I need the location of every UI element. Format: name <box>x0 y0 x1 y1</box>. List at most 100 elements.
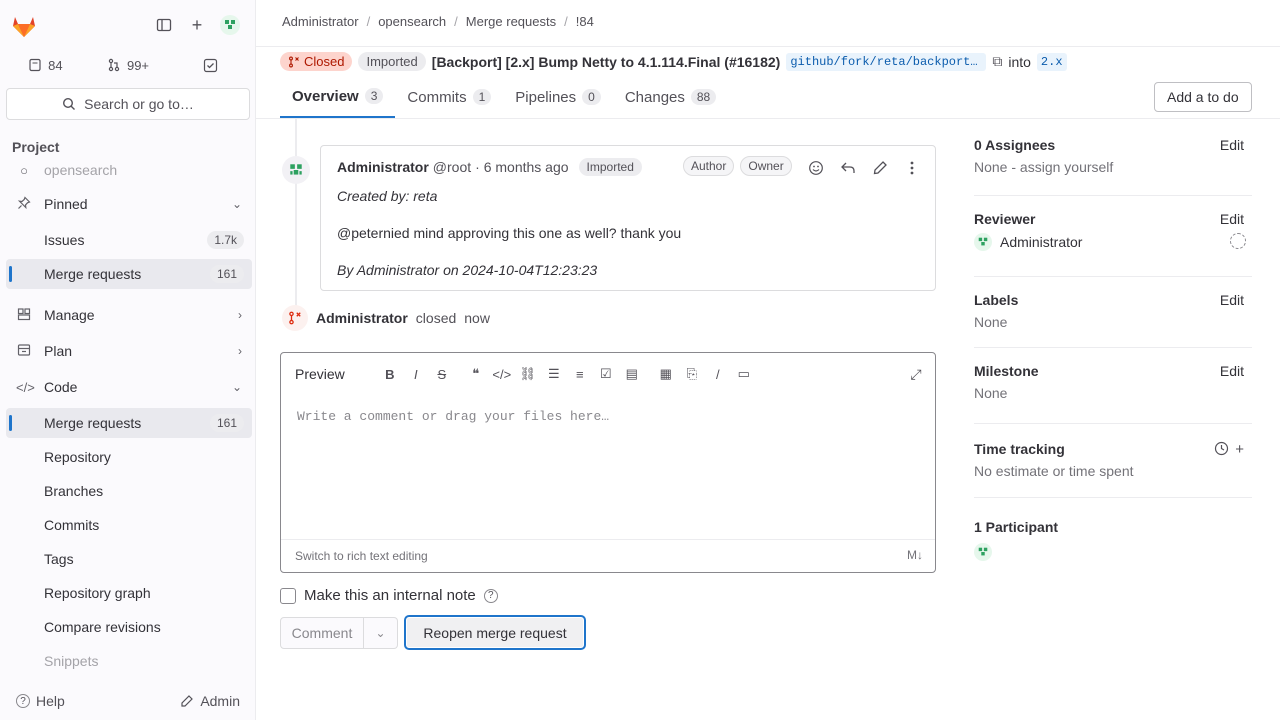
sidebar-item-repository-graph[interactable]: Repository graph <box>6 578 252 608</box>
sidebar-item-plan[interactable]: Plan › <box>6 336 252 366</box>
code-icon[interactable]: </> <box>489 361 515 387</box>
reply-icon[interactable] <box>833 154 863 182</box>
clock-icon[interactable] <box>1214 441 1229 460</box>
note-time[interactable]: · 6 months ago <box>475 159 568 175</box>
sidebar-item-pinned[interactable]: Pinned ⌄ <box>6 189 252 219</box>
link-icon[interactable]: ⛓ <box>515 361 541 387</box>
admin-label: Admin <box>200 693 240 709</box>
issues-icon <box>29 58 41 72</box>
edit-milestone-button[interactable]: Edit <box>1220 363 1244 379</box>
avatar-icon <box>974 233 992 251</box>
add-reaction-icon[interactable] <box>801 154 831 182</box>
breadcrumb-item[interactable]: opensearch <box>378 14 446 29</box>
milestone-title: Milestone <box>974 363 1039 379</box>
plan-icon <box>16 343 32 360</box>
admin-button[interactable]: Admin <box>172 686 248 716</box>
tabs-divider <box>256 118 1280 119</box>
note-text: @peternied mind approving this one as we… <box>337 225 682 241</box>
quote-icon[interactable]: ❝ <box>463 361 489 387</box>
collapse-sidebar-icon[interactable] <box>148 10 180 40</box>
time-tracking-actions: + <box>1214 441 1244 460</box>
issues-counter[interactable]: 84 <box>6 50 85 80</box>
comment-options-chevron-down-icon[interactable]: ⌄ <box>364 617 398 649</box>
labels-value: None <box>974 314 1008 330</box>
create-new-icon[interactable]: + <box>181 10 213 40</box>
tab-overview[interactable]: Overview 3 <box>280 76 396 118</box>
tab-commits[interactable]: Commits 1 <box>395 76 503 118</box>
tab-changes[interactable]: Changes 88 <box>613 76 728 118</box>
internal-note-checkbox[interactable] <box>280 587 296 604</box>
note-handle[interactable]: @root <box>433 159 471 175</box>
reviewer-row[interactable]: Administrator <box>974 233 1252 251</box>
breadcrumb-item[interactable]: !84 <box>576 14 594 29</box>
breadcrumb-separator: / <box>564 14 568 29</box>
system-note-time[interactable]: now <box>464 310 490 326</box>
code-icon: </> <box>16 379 35 395</box>
system-note-author[interactable]: Administrator <box>316 310 408 326</box>
edit-labels-button[interactable]: Edit <box>1220 292 1244 308</box>
target-branch[interactable]: 2.x <box>1036 52 1067 71</box>
bold-icon[interactable]: B <box>377 361 403 387</box>
sidebar-item-issues-pinned[interactable]: Issues 1.7k <box>6 225 252 255</box>
add-time-icon[interactable]: + <box>1235 441 1244 460</box>
note-author-avatar[interactable] <box>282 156 310 184</box>
sidebar-item-code[interactable]: </> Code ⌄ <box>6 372 252 402</box>
help-button[interactable]: ? Help <box>6 686 75 716</box>
chevron-down-icon: ⌄ <box>231 197 242 211</box>
issues-count: 84 <box>48 57 63 73</box>
sidebar-item-merge-requests-pinned[interactable]: Merge requests 161 <box>6 259 252 289</box>
edit-assignees-button[interactable]: Edit <box>1220 137 1244 153</box>
assign-yourself-link[interactable]: assign yourself <box>1020 159 1113 175</box>
sidebar-item-commits[interactable]: Commits <box>6 510 252 540</box>
user-avatar[interactable] <box>214 10 246 40</box>
note-author[interactable]: Administrator <box>337 159 429 175</box>
breadcrumb-item[interactable]: Merge requests <box>466 14 556 29</box>
reopen-merge-request-button[interactable]: Reopen merge request <box>404 615 586 650</box>
sidebar-item-branches[interactable]: Branches <box>6 476 252 506</box>
italic-icon[interactable]: I <box>403 361 429 387</box>
labels-title: Labels <box>974 292 1019 308</box>
sidebar-item-repository[interactable]: Repository <box>6 442 252 472</box>
preview-tab[interactable]: Preview <box>289 361 351 387</box>
todos-counter[interactable] <box>171 50 250 80</box>
attach-file-icon[interactable]: ⎘ <box>679 361 705 387</box>
markdown-icon[interactable]: M↓ <box>907 548 923 562</box>
internal-note-label[interactable]: Make this an internal note <box>304 587 476 604</box>
comment-button[interactable]: Comment <box>280 617 364 649</box>
breadcrumb-item[interactable]: Administrator <box>282 14 359 29</box>
quick-action-icon[interactable]: / <box>705 361 731 387</box>
merge-requests-counter[interactable]: 99+ <box>89 50 168 80</box>
sidebar-item-tags[interactable]: Tags <box>6 544 252 574</box>
comment-template-icon[interactable]: ▭ <box>731 361 757 387</box>
reviewer-section: Reviewer Edit Administrator <box>974 211 1252 251</box>
participant-avatar[interactable] <box>974 543 1252 561</box>
more-actions-icon[interactable] <box>897 154 927 182</box>
sidebar-item-label: Pinned <box>44 196 88 212</box>
timeline-line <box>295 119 297 319</box>
fullscreen-icon[interactable]: ⤢ <box>903 361 929 387</box>
table-icon[interactable]: ▦ <box>653 361 679 387</box>
gitlab-logo-icon[interactable] <box>10 12 38 40</box>
sidebar-item-compare-revisions[interactable]: Compare revisions <box>6 612 252 642</box>
sidebar-item-merge-requests[interactable]: Merge requests 161 <box>6 408 252 438</box>
assignees-none: None - <box>974 159 1020 175</box>
search-button[interactable]: Search or go to… <box>6 88 250 120</box>
add-todo-button[interactable]: Add a to do <box>1154 82 1252 112</box>
collapsible-icon[interactable]: ▤ <box>619 361 645 387</box>
copy-branch-icon[interactable]: ⧉ <box>992 53 1002 70</box>
numbered-list-icon[interactable]: ≡ <box>567 361 593 387</box>
sidebar-item-snippets[interactable]: Snippets <box>6 646 252 676</box>
task-list-icon[interactable]: ☑ <box>593 361 619 387</box>
switch-rich-text-button[interactable]: Switch to rich text editing <box>295 549 428 563</box>
sidebar-item-project-name[interactable]: ○ opensearch <box>6 155 252 185</box>
milestone-section: Milestone Edit None <box>974 363 1252 401</box>
tab-pipelines[interactable]: Pipelines 0 <box>503 76 613 118</box>
strikethrough-icon[interactable]: S <box>429 361 455 387</box>
edit-reviewer-button[interactable]: Edit <box>1220 211 1244 227</box>
help-icon[interactable]: ? <box>483 588 498 603</box>
edit-pencil-icon[interactable] <box>865 154 895 182</box>
source-branch[interactable]: github/fork/reta/backport/backport-16182… <box>786 52 987 71</box>
comment-textarea[interactable] <box>283 397 933 537</box>
sidebar-item-manage[interactable]: Manage › <box>6 300 252 330</box>
bullet-list-icon[interactable]: ☰ <box>541 361 567 387</box>
